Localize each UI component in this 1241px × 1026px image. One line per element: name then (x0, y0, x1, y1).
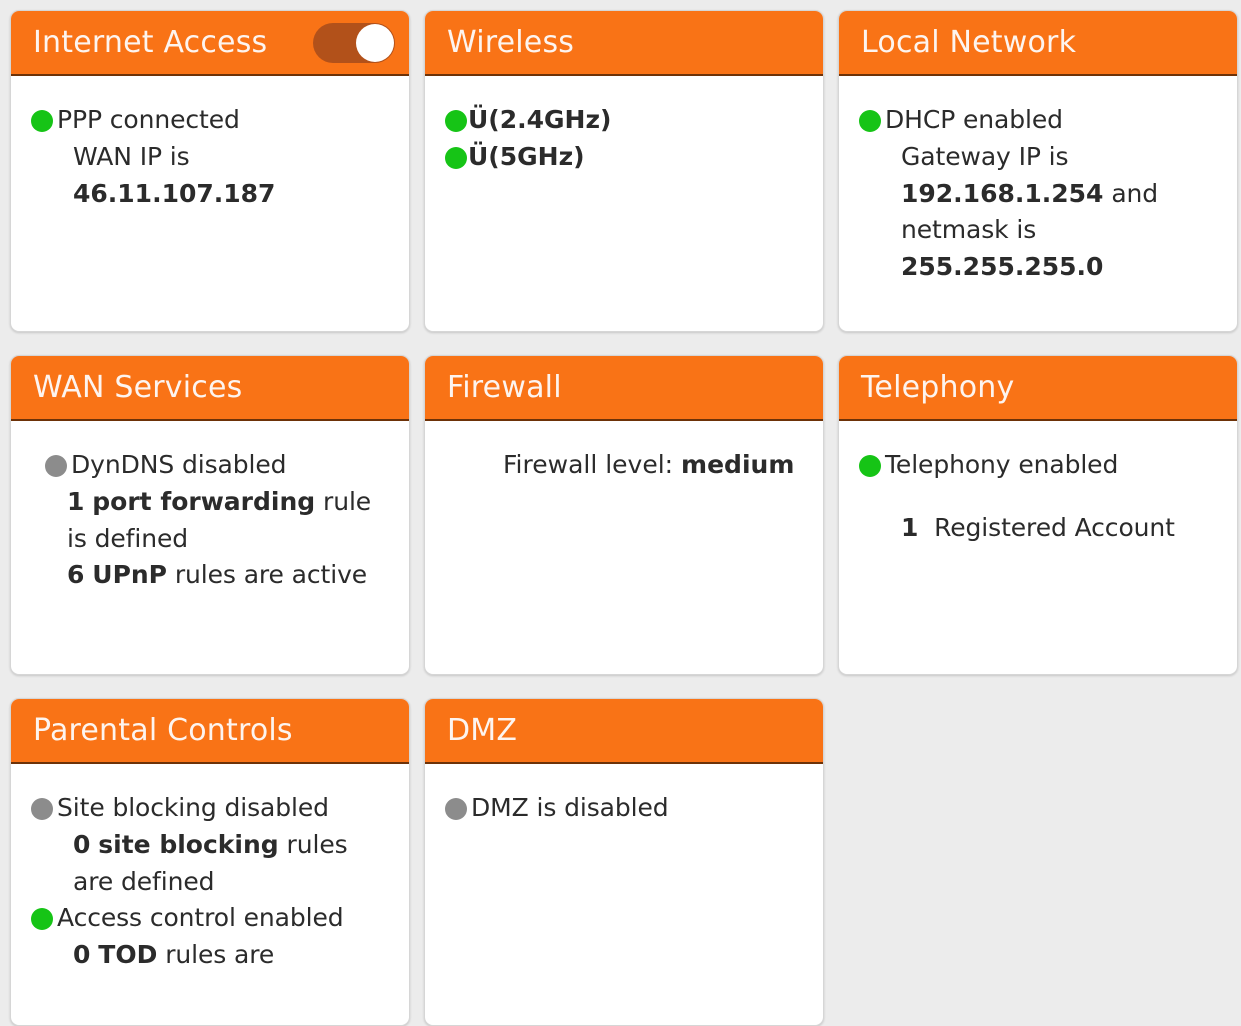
port-forwarding-row: 1 port forwarding rule (31, 484, 393, 521)
site-blocking-name: site blocking (98, 829, 279, 859)
card-dmz: DMZ DMZ is disabled (424, 698, 824, 1026)
status-dot-grey-icon (45, 455, 67, 477)
telephony-status-row: Telephony enabled (859, 447, 1221, 484)
site-blocking-count: 0 (73, 829, 91, 859)
card-title-parental-controls: Parental Controls (33, 712, 293, 748)
card-body-wan-services: DynDNS disabled 1 port forwarding rule i… (11, 421, 409, 674)
upnp-suffix: rules are active (174, 560, 368, 590)
status-dot-green-icon (31, 110, 53, 132)
card-header-wireless: Wireless (425, 11, 823, 76)
status-dot-grey-icon (31, 798, 53, 820)
tod-name: TOD (98, 940, 158, 969)
tod-rules-row: 0 TOD rules are (31, 937, 393, 974)
site-blocking-rules-row: 0 site blocking rules (31, 827, 393, 864)
card-wan-services: WAN Services DynDNS disabled 1 port forw… (10, 355, 410, 675)
wireless-band-5-row: Ü(5GHz) (445, 139, 807, 176)
card-body-internet-access: PPP connected WAN IP is 46.11.107.187 (11, 76, 409, 331)
card-body-dmz: DMZ is disabled (425, 764, 823, 1025)
status-dot-green-icon (31, 908, 53, 931)
card-body-firewall: Firewall level: medium (425, 421, 823, 674)
card-header-firewall: Firewall (425, 356, 823, 421)
internet-access-toggle[interactable] (313, 22, 395, 63)
site-blocking-suffix: rules (286, 829, 348, 859)
firewall-level-label: Firewall level: (503, 450, 674, 479)
site-blocking-suffix2: are defined (73, 866, 215, 896)
card-title-local-network: Local Network (861, 24, 1077, 60)
netmask-value: 255.255.255.0 (901, 252, 1104, 281)
wan-ip-label: WAN IP is (73, 141, 190, 171)
card-body-local-network: DHCP enabled Gateway IP is 192.168.1.254… (839, 76, 1237, 331)
dmz-status-row: DMZ is disabled (445, 790, 807, 827)
telephony-status-text: Telephony enabled (885, 450, 1119, 479)
status-dashboard: Internet Access PPP connected WAN IP is … (0, 0, 1241, 1026)
gateway-ip-suffix: and (1111, 178, 1159, 208)
port-forwarding-name: port forwarding (92, 486, 316, 516)
upnp-row: 6 UPnP rules are active (31, 557, 393, 594)
wireless-band-24-text: Ü(2.4GHz) (468, 105, 612, 134)
status-dot-green-icon (859, 110, 881, 132)
firewall-level-value: medium (681, 450, 795, 479)
dhcp-status-text: DHCP enabled (885, 105, 1063, 134)
site-blocking-status-row: Site blocking disabled (31, 790, 393, 827)
status-dot-green-icon (445, 110, 467, 132)
card-title-internet-access: Internet Access (33, 24, 268, 60)
card-header-internet-access: Internet Access (11, 11, 409, 76)
status-dot-grey-icon (445, 798, 467, 820)
card-telephony: Telephony Telephony enabled 1 Registered… (838, 355, 1238, 675)
card-header-dmz: DMZ (425, 699, 823, 764)
registered-accounts-count: 1 (901, 512, 919, 542)
card-body-wireless: Ü(2.4GHz) Ü(5GHz) (425, 76, 823, 331)
internet-access-status-row: PPP connected (31, 102, 393, 139)
card-title-firewall: Firewall (447, 369, 562, 405)
firewall-level-row: Firewall level: medium (445, 447, 807, 484)
card-body-parental-controls: Site blocking disabled 0 site blocking r… (11, 764, 409, 1025)
port-forwarding-suffix2: is defined (67, 523, 189, 553)
status-dot-green-icon (445, 146, 467, 169)
port-forwarding-count: 1 (67, 486, 85, 516)
upnp-name: UPnP (92, 560, 168, 590)
gateway-ip-value-row: 192.168.1.254 and (859, 176, 1221, 213)
netmask-label: netmask is (901, 215, 1037, 245)
tod-suffix: rules are (165, 940, 275, 969)
card-header-telephony: Telephony (839, 356, 1237, 421)
wireless-band-5-text: Ü(5GHz) (468, 141, 585, 171)
card-parental-controls: Parental Controls Site blocking disabled… (10, 698, 410, 1026)
grid-empty-cell (838, 698, 1238, 1026)
card-body-telephony: Telephony enabled 1 Registered Account (839, 421, 1237, 674)
card-title-telephony: Telephony (861, 369, 1015, 405)
wan-ip-value: 46.11.107.187 (73, 178, 276, 208)
registered-accounts-label: Registered Account (934, 512, 1175, 542)
card-title-dmz: DMZ (447, 712, 518, 748)
dmz-status-text: DMZ is disabled (471, 793, 669, 822)
dyndns-status-row: DynDNS disabled (31, 447, 393, 484)
telephony-spacer (859, 484, 1221, 510)
card-local-network: Local Network DHCP enabled Gateway IP is… (838, 10, 1238, 332)
status-dot-green-icon (859, 455, 881, 477)
card-title-wireless: Wireless (447, 24, 575, 60)
upnp-count: 6 (67, 560, 85, 590)
dhcp-status-row: DHCP enabled (859, 102, 1221, 139)
toggle-knob (356, 23, 394, 62)
port-forwarding-suffix: rule (323, 486, 372, 516)
card-title-wan-services: WAN Services (33, 369, 243, 405)
card-internet-access: Internet Access PPP connected WAN IP is … (10, 10, 410, 332)
access-control-status-text: Access control enabled (57, 903, 344, 933)
wireless-band-24-row: Ü(2.4GHz) (445, 102, 807, 139)
gateway-ip-label: Gateway IP is (901, 141, 1069, 171)
card-firewall: Firewall Firewall level: medium (424, 355, 824, 675)
site-blocking-status-text: Site blocking disabled (57, 793, 329, 822)
access-control-status-row: Access control enabled (31, 900, 393, 937)
gateway-ip-value: 192.168.1.254 (901, 178, 1104, 208)
registered-accounts-row: 1 Registered Account (859, 510, 1221, 547)
internet-access-status-text: PPP connected (57, 105, 240, 134)
card-wireless: Wireless Ü(2.4GHz) Ü(5GHz) (424, 10, 824, 332)
tod-count: 0 (73, 940, 91, 969)
card-header-local-network: Local Network (839, 11, 1237, 76)
dyndns-status-text: DynDNS disabled (71, 450, 287, 479)
card-header-wan-services: WAN Services (11, 356, 409, 421)
card-header-parental-controls: Parental Controls (11, 699, 409, 764)
